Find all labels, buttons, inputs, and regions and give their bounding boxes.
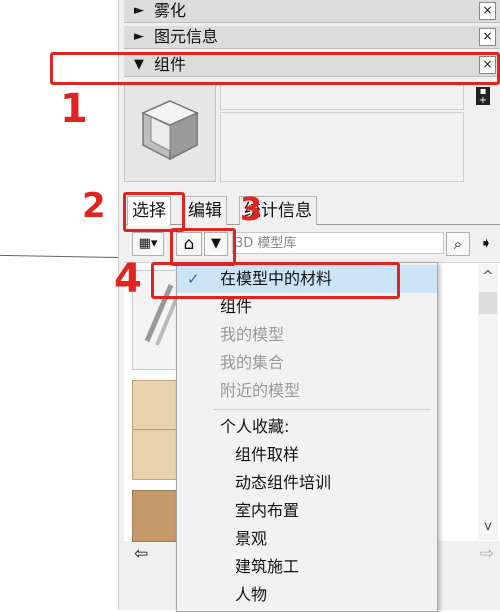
collapse-arrow-icon: ► xyxy=(134,29,144,44)
favorite-item[interactable]: 组件取样 xyxy=(177,441,437,469)
annotation-number-4: 4 xyxy=(114,256,142,302)
menu-item-my-models[interactable]: 我的模型 xyxy=(177,321,437,349)
menu-item-label: 我的模型 xyxy=(220,325,285,344)
details-expand-icon[interactable]: ▪ + xyxy=(476,87,490,106)
tray-header-fog[interactable]: ► 雾化 × xyxy=(124,0,500,23)
left-divider-line xyxy=(0,254,125,259)
search-input[interactable]: 3D 模型库 xyxy=(232,232,444,254)
tray-header-entity-info[interactable]: ► 图元信息 × xyxy=(124,26,500,49)
close-icon[interactable]: × xyxy=(479,2,496,20)
component-thumbnail[interactable] xyxy=(132,380,180,480)
scroll-up-icon[interactable]: ^ xyxy=(478,268,498,286)
menu-item-label: 人物 xyxy=(235,585,268,604)
menu-item-label: 组件取样 xyxy=(235,445,300,464)
navigation-dropdown-menu: ✓ 在模型中的材料 组件 我的模型 我的集合 附近的模型 个人收藏: 组件取样 … xyxy=(176,262,438,612)
search-icon[interactable]: ⌕ xyxy=(446,232,470,256)
component-name-box xyxy=(220,82,464,110)
view-options-button[interactable]: ▦▾ xyxy=(132,232,164,256)
annotation-box-select-tab xyxy=(123,192,185,232)
annotation-box-components-tray xyxy=(50,52,500,85)
back-icon[interactable]: ⇦ xyxy=(134,544,148,564)
favorite-item[interactable]: 动态组件培训 xyxy=(177,469,437,497)
tray-title: 雾化 xyxy=(154,1,187,20)
scroll-down-icon[interactable]: v xyxy=(478,518,498,536)
menu-item-label: 动态组件培训 xyxy=(235,473,332,492)
menu-item-label: 我的集合 xyxy=(220,353,285,372)
menu-item-nearby-models[interactable]: 附近的模型 xyxy=(177,377,437,405)
annotation-box-dropdown xyxy=(170,228,236,266)
favorite-item[interactable]: 建筑施工 xyxy=(177,553,437,581)
close-icon[interactable]: × xyxy=(479,28,496,46)
tab-edit[interactable]: 编辑 xyxy=(183,196,227,225)
menu-item-label: 景观 xyxy=(235,529,268,548)
tray-title: 图元信息 xyxy=(154,27,219,46)
collapse-arrow-icon: ► xyxy=(134,3,144,18)
menu-item-my-collections[interactable]: 我的集合 xyxy=(177,349,437,377)
menu-item-label: 室内布置 xyxy=(235,501,300,520)
annotation-number-2: 2 xyxy=(82,186,106,226)
favorite-item[interactable]: 景观 xyxy=(177,525,437,553)
component-preview xyxy=(124,82,216,182)
details-arrow-icon[interactable]: ➧ xyxy=(476,233,496,253)
menu-item-label: 附近的模型 xyxy=(220,381,301,400)
component-thumbnail[interactable] xyxy=(132,490,180,542)
component-description-box xyxy=(220,112,464,182)
menu-separator xyxy=(213,409,431,410)
component-cube-icon xyxy=(141,100,199,161)
favorite-item[interactable]: 人物 xyxy=(177,581,437,609)
annotation-number-3: 3 xyxy=(240,190,263,228)
list-scrollbar[interactable]: ^ v xyxy=(478,264,498,540)
favorite-item[interactable]: 室内布置 xyxy=(177,497,437,525)
forward-icon[interactable]: ⇨ xyxy=(480,544,494,564)
favorites-header: 个人收藏: xyxy=(220,417,290,436)
annotation-box-in-model xyxy=(151,262,400,299)
scroll-thumb[interactable] xyxy=(479,292,497,314)
annotation-number-1: 1 xyxy=(60,86,88,132)
menu-item-label: 建筑施工 xyxy=(235,557,300,576)
